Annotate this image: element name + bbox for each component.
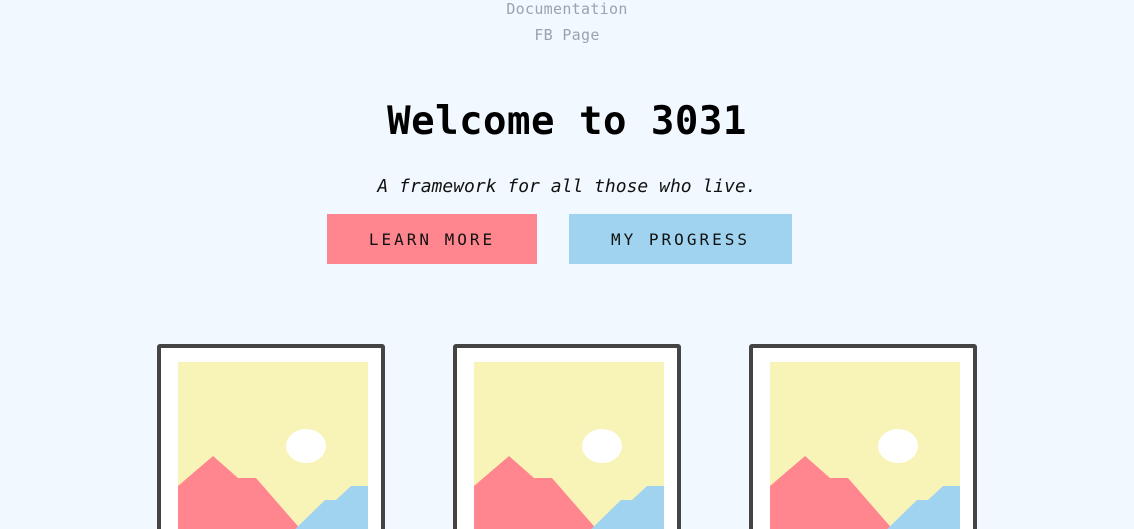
gallery-item[interactable] — [453, 344, 681, 529]
nav-link-fb-page[interactable]: FB Page — [0, 22, 1134, 48]
learn-more-button[interactable]: Learn more — [327, 214, 537, 264]
hero-subtitle: A framework for all those who live. — [377, 176, 757, 197]
landscape-image-icon — [178, 362, 368, 529]
landscape-image-icon — [770, 362, 960, 529]
gallery-item[interactable] — [749, 344, 977, 529]
top-nav: Documentation FB Page — [0, 0, 1134, 48]
my-progress-button[interactable]: My progress — [569, 214, 792, 264]
page: Documentation FB Page Welcome to 3031 A … — [0, 0, 1134, 529]
nav-link-documentation[interactable]: Documentation — [0, 0, 1134, 22]
gallery-item[interactable] — [157, 344, 385, 529]
landscape-image-icon — [474, 362, 664, 529]
hero-title: Welcome to 3031 — [387, 99, 747, 144]
